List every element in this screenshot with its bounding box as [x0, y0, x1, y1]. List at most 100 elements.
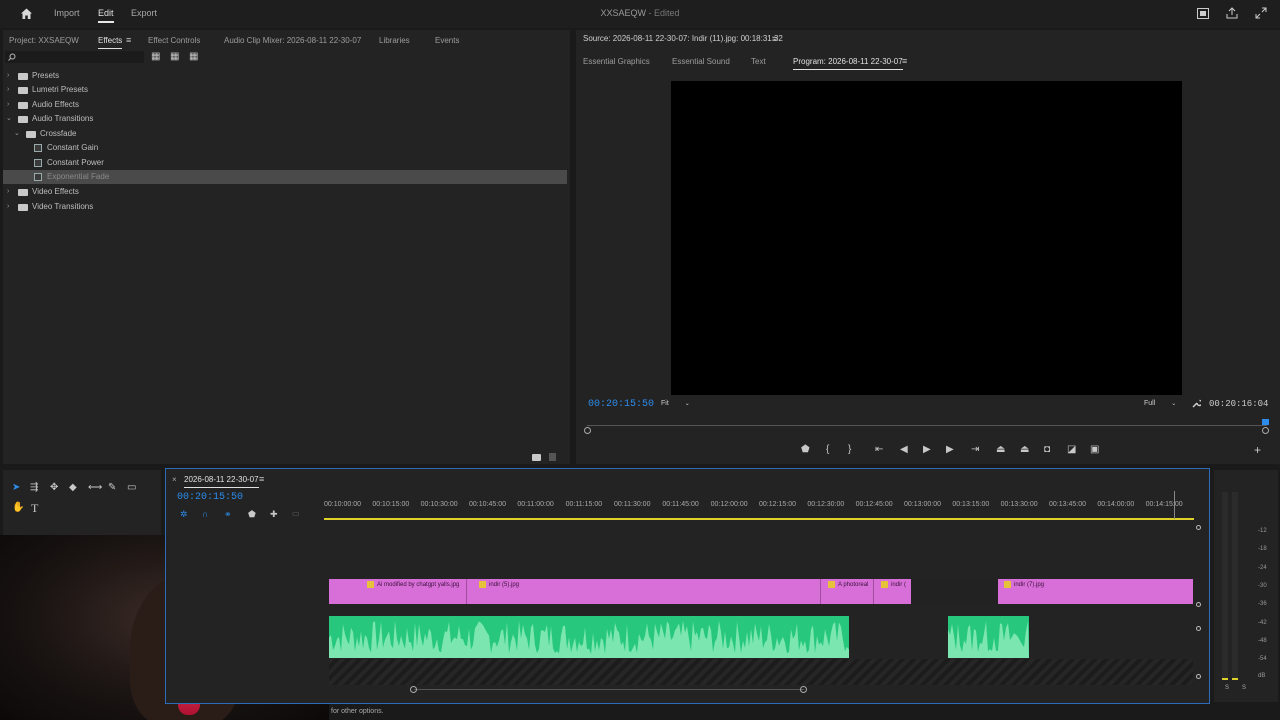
tree-item-crossfade[interactable]: ⌄ Crossfade — [3, 127, 567, 141]
tab-text[interactable]: Text — [751, 57, 766, 66]
go-to-out-icon[interactable]: ⇥ — [971, 445, 979, 455]
pen-tool-icon[interactable]: ✎ — [108, 483, 116, 493]
hand-tool-icon[interactable]: ✋ — [12, 503, 24, 513]
tab-essential-graphics[interactable]: Essential Graphics — [583, 57, 650, 66]
tree-item-constant-gain[interactable]: Constant Gain — [3, 141, 567, 155]
lift-icon[interactable]: ⏏ — [996, 445, 1005, 455]
audio-clip[interactable] — [948, 616, 1029, 658]
playback-resolution-select[interactable]: Full ⌄ — [1144, 400, 1176, 407]
time-ruler[interactable]: 00:10:00:00 00:10:15:00 00:10:30:00 00:10:4… — [324, 499, 1194, 519]
close-sequence-icon[interactable]: × — [172, 475, 177, 484]
nav-import[interactable]: Import — [54, 8, 80, 18]
nav-edit[interactable]: Edit — [98, 8, 114, 23]
expand-arrow-icon[interactable]: › — [7, 185, 9, 199]
tab-program[interactable]: Program: 2026-08-11 22-30-07 — [793, 57, 903, 70]
trash-icon[interactable] — [549, 453, 556, 461]
share-icon[interactable] — [1226, 7, 1238, 19]
ripple-edit-tool-icon[interactable]: ✥ — [50, 483, 58, 493]
tab-effect-controls[interactable]: Effect Controls — [148, 36, 200, 45]
fullscreen-icon[interactable] — [1255, 7, 1267, 19]
expand-arrow-icon[interactable]: › — [7, 200, 9, 214]
add-marker-icon[interactable]: ⬟ — [248, 509, 256, 519]
tab-essential-sound[interactable]: Essential Sound — [672, 57, 730, 66]
type-tool-icon[interactable]: T — [31, 502, 38, 514]
collapse-arrow-icon[interactable]: ⌄ — [6, 112, 12, 126]
timeline-settings-icon[interactable]: ✚ — [270, 509, 278, 519]
program-time-ruler[interactable] — [587, 425, 1267, 426]
tab-audio-clip-mixer[interactable]: Audio Clip Mixer: 2026-08-11 22-30-07 — [224, 36, 361, 45]
workspaces-icon[interactable] — [1197, 8, 1209, 19]
tab-project[interactable]: Project: XXSAEQW — [9, 36, 79, 45]
slip-tool-icon[interactable]: ⟷ — [88, 483, 102, 493]
step-forward-icon[interactable]: ▶ — [946, 445, 954, 455]
button-editor-icon[interactable]: + — [1254, 444, 1261, 456]
extract-icon[interactable]: ⏏ — [1020, 445, 1029, 455]
tree-item-exponential-fade[interactable]: Exponential Fade — [3, 170, 567, 184]
program-menu-icon[interactable]: ≡ — [902, 56, 907, 66]
program-video-frame[interactable] — [671, 81, 1182, 395]
track-scroll-handle[interactable] — [1196, 626, 1201, 631]
wrench-icon[interactable] — [1191, 398, 1201, 408]
solo-right-button[interactable]: S — [1242, 685, 1246, 691]
track-scroll-handle[interactable] — [1196, 674, 1201, 679]
tree-item-lumetri-presets[interactable]: › Lumetri Presets — [3, 83, 567, 97]
expand-arrow-icon[interactable]: › — [7, 69, 9, 83]
snap-icon[interactable]: ∩ — [202, 509, 208, 519]
collapse-arrow-icon[interactable]: ⌄ — [14, 127, 20, 141]
tab-effects[interactable]: Effects — [98, 36, 123, 49]
nest-sequence-icon[interactable]: ✲ — [180, 509, 188, 519]
horizontal-zoom-scrollbar[interactable] — [414, 689, 804, 690]
timeline-timecode[interactable]: 00:20:15:50 — [177, 492, 243, 503]
tree-item-audio-effects[interactable]: › Audio Effects — [3, 98, 567, 112]
search-input[interactable] — [18, 51, 142, 63]
tree-item-presets[interactable]: › Presets — [3, 69, 567, 83]
video-clip[interactable]: indir ( — [881, 581, 906, 588]
expand-arrow-icon[interactable]: › — [7, 98, 9, 112]
audio-clip[interactable] — [329, 616, 849, 658]
track-select-tool-icon[interactable]: ⇶ — [30, 483, 38, 493]
video-clip[interactable]: indir (7).jpg — [1004, 581, 1044, 588]
nav-export[interactable]: Export — [131, 8, 157, 18]
32bit-effects-icon[interactable]: ▦ — [170, 52, 179, 62]
tab-events[interactable]: Events — [435, 36, 459, 45]
accelerated-effects-icon[interactable]: ▦ — [151, 52, 160, 62]
video-clip[interactable]: A photoreal — [828, 581, 868, 588]
zoom-scroll-handle-left[interactable] — [410, 686, 417, 693]
zoom-fit-select[interactable]: Fit ⌄ — [661, 400, 690, 407]
mark-out-icon[interactable]: } — [848, 445, 851, 455]
video-clip[interactable]: Ai modified by chatgpt yalls.jpg — [367, 581, 459, 588]
export-frame-icon[interactable]: ◘ — [1044, 445, 1050, 455]
go-to-in-icon[interactable]: ⇤ — [875, 445, 883, 455]
source-menu-icon[interactable]: ≡ — [772, 34, 777, 44]
linked-selection-icon[interactable]: ⚭ — [224, 509, 232, 519]
add-marker-icon[interactable]: ⬟ — [801, 445, 810, 455]
tree-item-constant-power[interactable]: Constant Power — [3, 156, 567, 170]
timeline-playhead[interactable] — [1174, 491, 1175, 519]
step-back-icon[interactable]: ◀ — [900, 445, 908, 455]
proxy-toggle-icon[interactable]: ▣ — [1090, 445, 1099, 455]
new-bin-icon[interactable] — [532, 454, 541, 461]
work-area-bar[interactable] — [324, 518, 1194, 520]
comparison-view-icon[interactable]: ◪ — [1067, 445, 1076, 455]
panel-menu-icon[interactable]: ≡ — [126, 35, 131, 45]
solo-left-button[interactable]: S — [1225, 685, 1229, 691]
tree-item-video-transitions[interactable]: › Video Transitions — [3, 200, 567, 214]
tab-libraries[interactable]: Libraries — [379, 36, 410, 45]
tree-item-video-effects[interactable]: › Video Effects — [3, 185, 567, 199]
mark-in-icon[interactable]: { — [826, 445, 829, 455]
zoom-scroll-handle-right[interactable] — [800, 686, 807, 693]
effects-search-field[interactable] — [5, 51, 144, 63]
tab-sequence[interactable]: 2026-08-11 22-30-07 — [184, 475, 259, 488]
razor-tool-icon[interactable]: ◆ — [69, 483, 77, 493]
zoom-handle-left[interactable] — [584, 427, 591, 434]
home-icon[interactable] — [20, 7, 33, 20]
zoom-handle-right[interactable] — [1262, 427, 1269, 434]
video-clip[interactable]: indir (5).jpg — [479, 581, 519, 588]
source-monitor-header[interactable]: Source: 2026-08-11 22-30-07: Indir (11).… — [583, 34, 783, 43]
rectangle-tool-icon[interactable]: ▭ — [127, 483, 136, 493]
expand-arrow-icon[interactable]: › — [7, 83, 9, 97]
yuv-effects-icon[interactable]: ▦ — [189, 52, 198, 62]
program-playhead[interactable] — [1262, 419, 1269, 425]
play-icon[interactable]: ▶ — [923, 445, 931, 455]
sequence-menu-icon[interactable]: ≡ — [259, 474, 264, 484]
